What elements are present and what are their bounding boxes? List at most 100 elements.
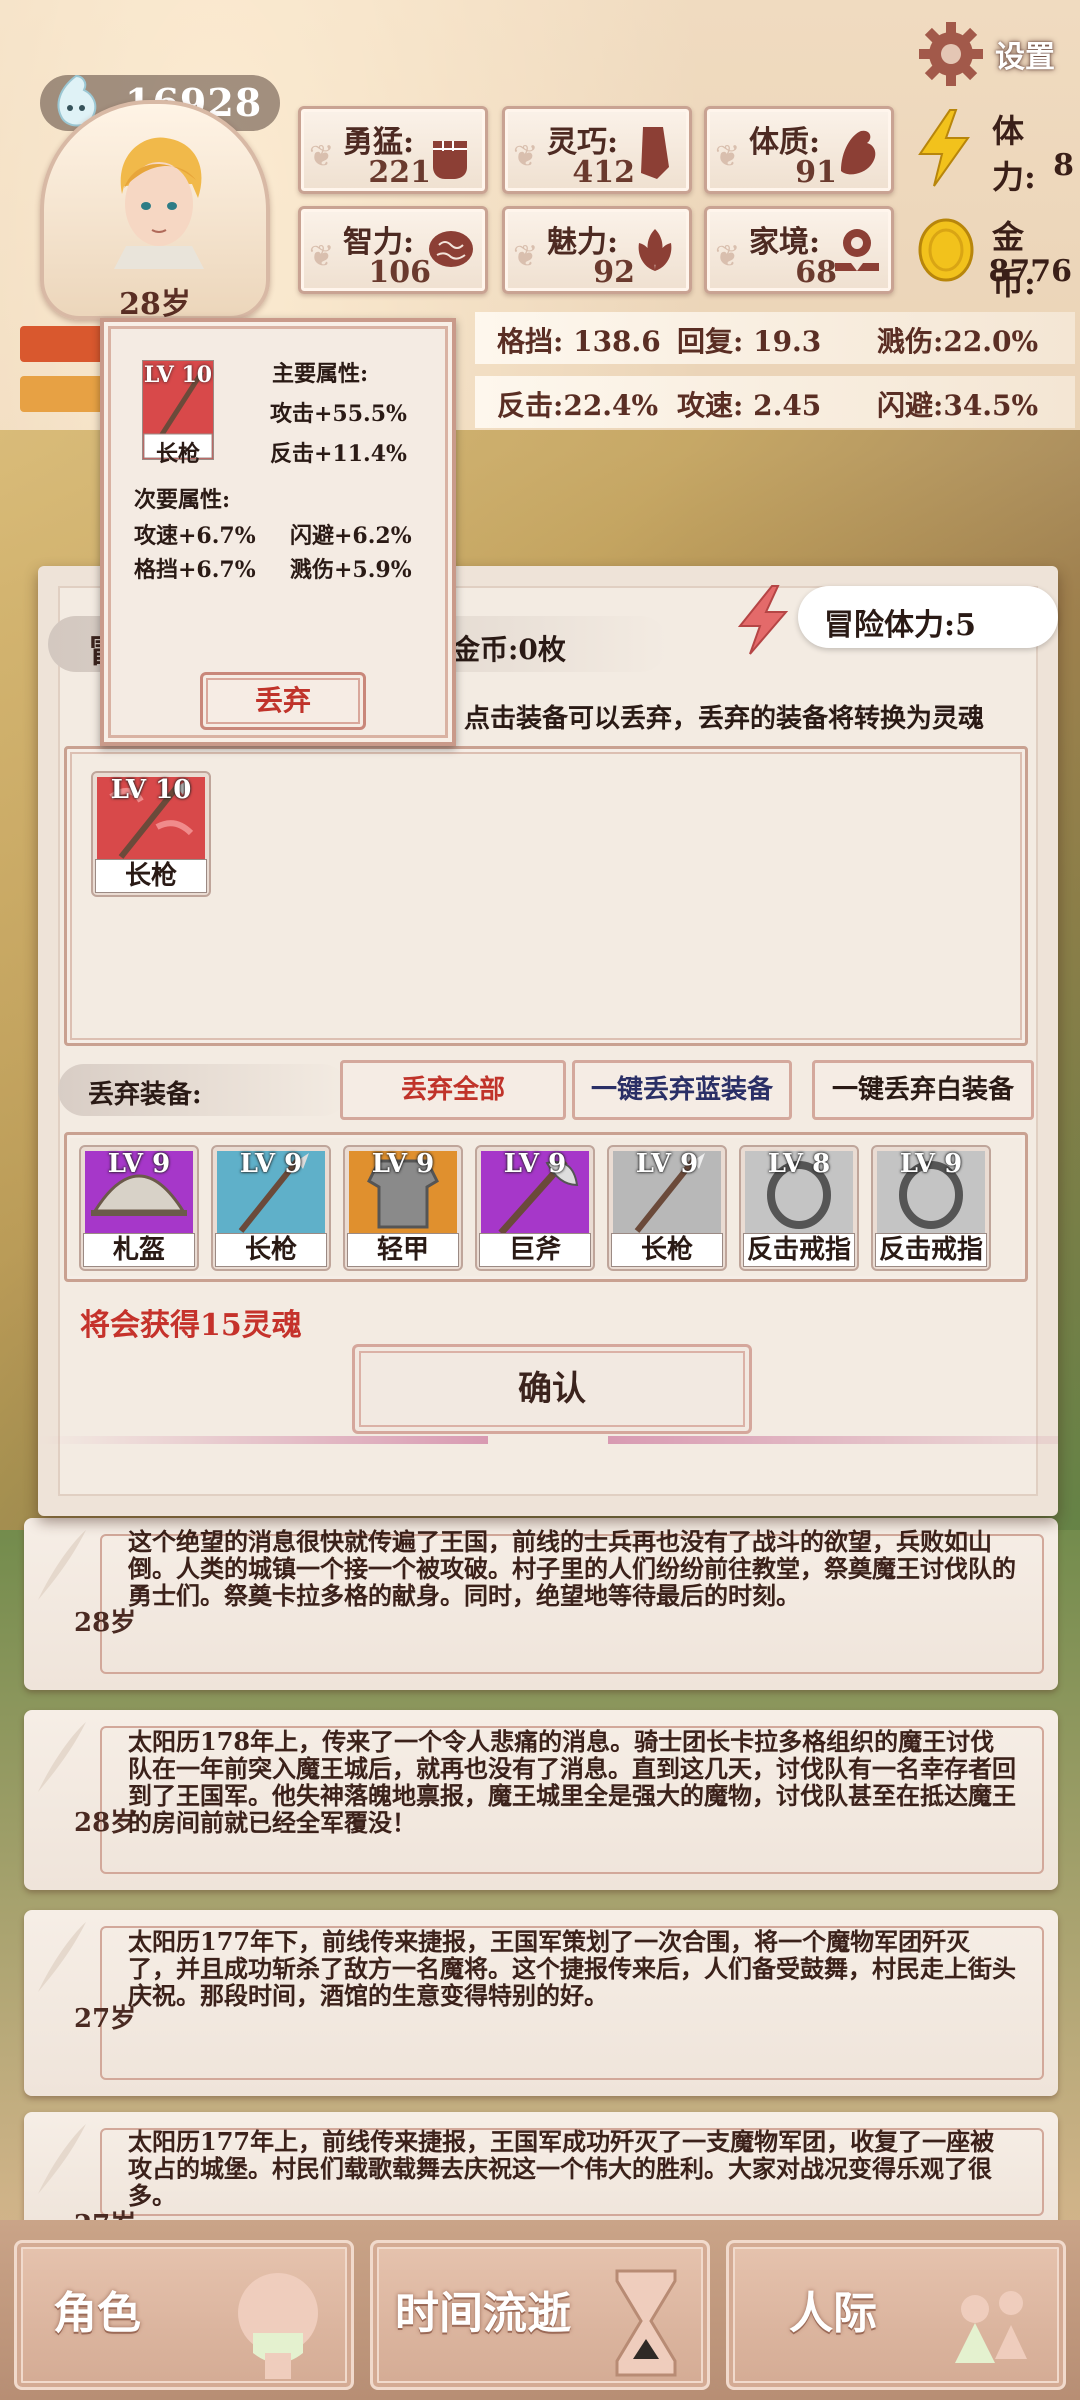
money-bag-icon [835,229,879,271]
selected-item[interactable]: LV 8 反击戒指 [739,1145,859,1271]
flower-icon [638,229,672,271]
fist-icon [433,141,467,179]
confirm-button[interactable]: 确认 [352,1344,752,1434]
settings-button[interactable]: 设置 [915,18,1075,90]
feather-icon [38,1530,86,1600]
adventure-stamina-label: 冒险体力:5 [824,608,976,643]
sub-attribute: 闪避+6.2% [290,523,412,549]
selected-item[interactable]: LV 9 长枪 [607,1145,727,1271]
energy-bar [20,376,110,412]
item-level: LV 8 [767,1149,831,1179]
splash-stat: 溅伤:22.0% [877,325,1039,358]
stamina-stat: 体力: 8 [914,100,1074,200]
divider-right [608,1436,1058,1444]
selected-item[interactable]: LV 9 巨斧 [475,1145,595,1271]
adventure-coins: 金币:0枚 [452,633,566,666]
sub-attributes-title: 次要属性: [134,487,231,513]
discard-all-button[interactable]: 丢弃全部 [340,1060,566,1120]
item-name: 反击戒指 [875,1233,987,1267]
divider-left [38,1436,488,1444]
item-name: 巨斧 [479,1233,591,1267]
tooltip-item-name: 长枪 [155,441,200,467]
discard-blue-button[interactable]: 一键丢弃蓝装备 [572,1060,792,1120]
story-age: 27岁 [74,2004,137,2034]
item-level: LV 9 [371,1149,435,1179]
story-text: 太阳历178年上，传来了一个令人悲痛的消息。骑士团长卡拉多格组织的魔王讨伐队在一… [128,1727,1016,1837]
character-portrait [114,137,204,269]
people-icon [955,2291,1027,2363]
stat-family: ❦ 家境: 68 [704,206,894,294]
item-level: LV 9 [239,1149,303,1179]
item-level: LV 9 [503,1149,567,1179]
item-level: LV 9 [107,1149,171,1179]
stamina-value: 8 [1053,148,1074,183]
item-name: 反击戒指 [743,1233,855,1267]
stat-constitution: ❦ 体质: 91 [704,106,894,194]
main-attributes-title: 主要属性: [272,361,369,387]
lightning-icon [918,109,970,187]
inventory-grid: LV 10 长枪 [64,746,1028,1046]
item-name: 长枪 [611,1233,723,1267]
feather-icon [38,2124,86,2194]
lightning-icon [737,585,789,655]
item-name: 轻甲 [347,1233,459,1267]
discard-hint: 点击装备可以丢弃，丢弃的装备将转换为灵魂 [464,704,985,734]
regen-stat: 回复: 19.3 [677,325,822,358]
story-age: 28岁 [74,1808,137,1838]
tab-relations[interactable]: 人际 [726,2240,1066,2390]
gold-value: 8776 [988,254,1073,289]
selected-item[interactable]: LV 9 轻甲 [343,1145,463,1271]
tab-character[interactable]: 角色 [14,2240,354,2390]
feather-icon [38,1922,86,1992]
gear-icon [919,22,983,86]
hand-icon [641,127,669,179]
sub-attribute: 格挡+6.7% [134,557,256,583]
discard-label: 丢弃装备: [88,1080,202,1110]
stat-value: 412 [572,155,635,190]
block-stat: 格挡: 138.6 [497,325,661,358]
selected-item[interactable]: LV 9 札盔 [79,1145,199,1271]
health-bar [20,326,110,362]
stat-value: 221 [368,155,431,190]
item-name: 长枪 [95,859,207,893]
inventory-item[interactable]: LV 10 长枪 [91,771,211,897]
item-level: LV 9 [635,1149,699,1179]
story-text: 太阳历177年下，前线传来捷报，王国军策划了一次合围，将一个魔物军团歼灭了，并且… [128,1927,1016,2010]
attack-speed-stat: 攻速: 2.45 [677,389,822,422]
counter-stat: 反击:22.4% [497,389,659,422]
dodge-stat: 闪避:34.5% [877,389,1039,422]
discard-button[interactable]: 丢弃 [200,672,366,730]
stat-bravery: ❦ 勇猛: 221 [298,106,488,194]
gold-stat: 金币: 8776 [914,206,1072,306]
age-label: 28岁 [119,287,191,322]
stat-value: 92 [593,255,635,290]
selected-items-row: LV 9 札盔 LV 9 长枪 LV 9 轻甲 LV 9 巨斧 LV 9 长枪 [64,1132,1028,1282]
brain-icon [429,231,473,267]
avatar[interactable]: 28岁 [40,100,270,322]
selected-item[interactable]: LV 9 长枪 [211,1145,331,1271]
stat-charm: ❦ 魅力: 92 [502,206,692,294]
stat-agility: ❦ 灵巧: 412 [502,106,692,194]
main-attribute: 攻击+55.5% [270,401,407,427]
item-tooltip: LV 10 长枪 主要属性: 攻击+55.5% 反击+11.4% 次要属性: 攻… [100,318,456,746]
muscle-arm-icon [841,130,876,175]
item-level: LV 10 [110,775,192,805]
stat-value: 91 [795,155,837,190]
story-text: 太阳历177年上，前线传来捷报，王国军成功歼灭了一支魔物军团，收复了一座被攻占的… [128,2127,995,2210]
discard-white-button[interactable]: 一键丢弃白装备 [812,1060,1034,1120]
sub-stats-row-2: 反击:22.4% 攻速: 2.45 闪避:34.5% [475,376,1075,428]
sub-stats-row-1: 格挡: 138.6 回复: 19.3 溅伤:22.0% [475,312,1075,364]
stat-value: 68 [795,255,837,290]
item-name: 札盔 [83,1233,195,1267]
story-card: 28岁 这个绝望的消息很快就传遍了王国，前线的士兵再也没有了战斗的欲望，兵败如山… [24,1518,1058,1690]
tab-time-passing[interactable]: 时间流逝 [370,2240,710,2390]
story-card: 27岁 太阳历177年下，前线传来捷报，王国军策划了一次合围，将一个魔物军团歼灭… [24,1910,1058,2096]
story-text: 这个绝望的消息很快就传遍了王国，前线的士兵再也没有了战斗的欲望，兵败如山倒。人类… [128,1527,1016,1610]
item-level: LV 9 [899,1149,963,1179]
feather-icon [38,1722,86,1792]
tab-label: 角色 [53,2288,141,2339]
soul-gain-label: 将会获得15灵魂 [80,1308,302,1343]
story-card: 28岁 太阳历178年上，传来了一个令人悲痛的消息。骑士团长卡拉多格组织的魔王讨… [24,1710,1058,1890]
stat-value: 106 [368,255,431,290]
selected-item[interactable]: LV 9 反击戒指 [871,1145,991,1271]
